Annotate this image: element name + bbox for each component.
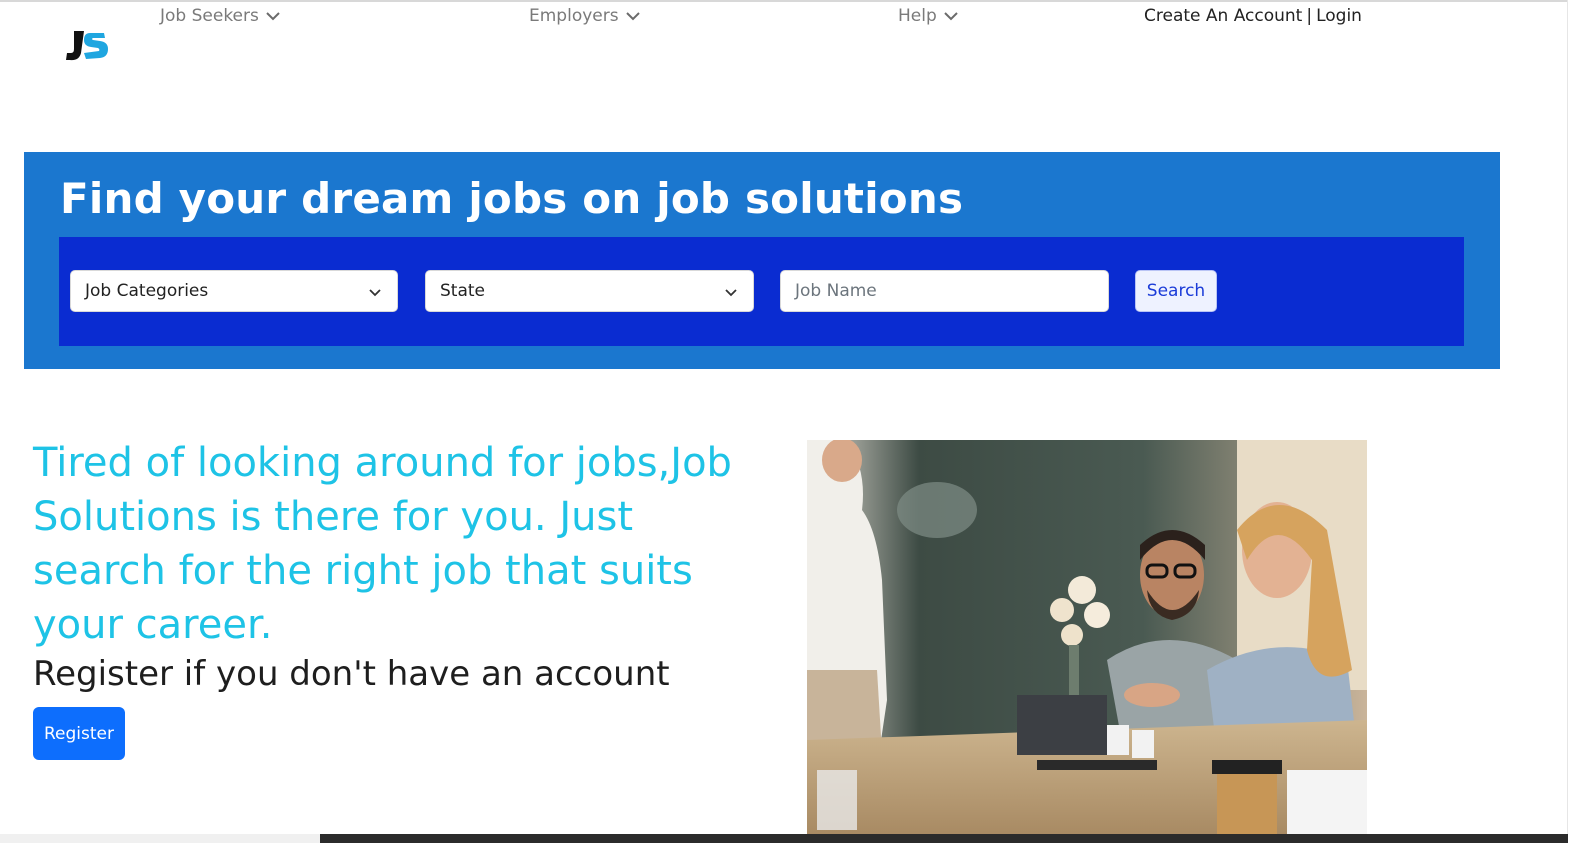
nav-job-seekers-label: Job Seekers [160, 6, 259, 26]
photo-illustration [807, 440, 1367, 835]
search-panel: Job Categories State Job Name Search [59, 237, 1464, 346]
job-name-input[interactable]: Job Name [780, 270, 1109, 312]
chevron-down-icon [369, 289, 381, 297]
auth-separator: | [1306, 6, 1313, 26]
nav-help-label: Help [898, 6, 937, 26]
site-logo[interactable] [62, 27, 112, 71]
job-categories-value: Job Categories [85, 281, 209, 301]
chevron-down-icon [725, 289, 737, 297]
chevron-down-icon [625, 12, 640, 21]
nav-employers[interactable]: Employers [529, 4, 641, 28]
state-value: State [440, 281, 485, 301]
nav-employers-label: Employers [529, 6, 619, 26]
hero-title: Find your dream jobs on job solutions [60, 174, 964, 223]
auth-links: Create An Account | Login [1144, 4, 1362, 28]
tagline: Tired of looking around for jobs,Job Sol… [33, 440, 732, 648]
create-account-link[interactable]: Create An Account [1144, 6, 1302, 26]
logo-mark [66, 31, 108, 67]
top-border [0, 0, 1568, 2]
state-select[interactable]: State [425, 270, 754, 312]
hero-banner: Find your dream jobs on job solutions Jo… [24, 152, 1500, 369]
register-button[interactable]: Register [33, 707, 125, 760]
chevron-down-icon [944, 12, 958, 21]
nav-job-seekers[interactable]: Job Seekers [160, 4, 281, 28]
vertical-scrollbar[interactable] [1567, 0, 1578, 843]
login-link[interactable]: Login [1316, 6, 1362, 26]
horizontal-scroll-track [0, 834, 320, 843]
chevron-down-icon [266, 12, 280, 21]
search-button[interactable]: Search [1135, 270, 1217, 312]
nav-help[interactable]: Help [898, 4, 959, 28]
office-meeting-photo [807, 440, 1367, 835]
register-prompt: Register if you don't have an account [33, 654, 670, 694]
job-name-placeholder: Job Name [795, 281, 877, 301]
horizontal-scrollbar-thumb[interactable] [320, 834, 1568, 843]
job-categories-select[interactable]: Job Categories [70, 270, 398, 312]
